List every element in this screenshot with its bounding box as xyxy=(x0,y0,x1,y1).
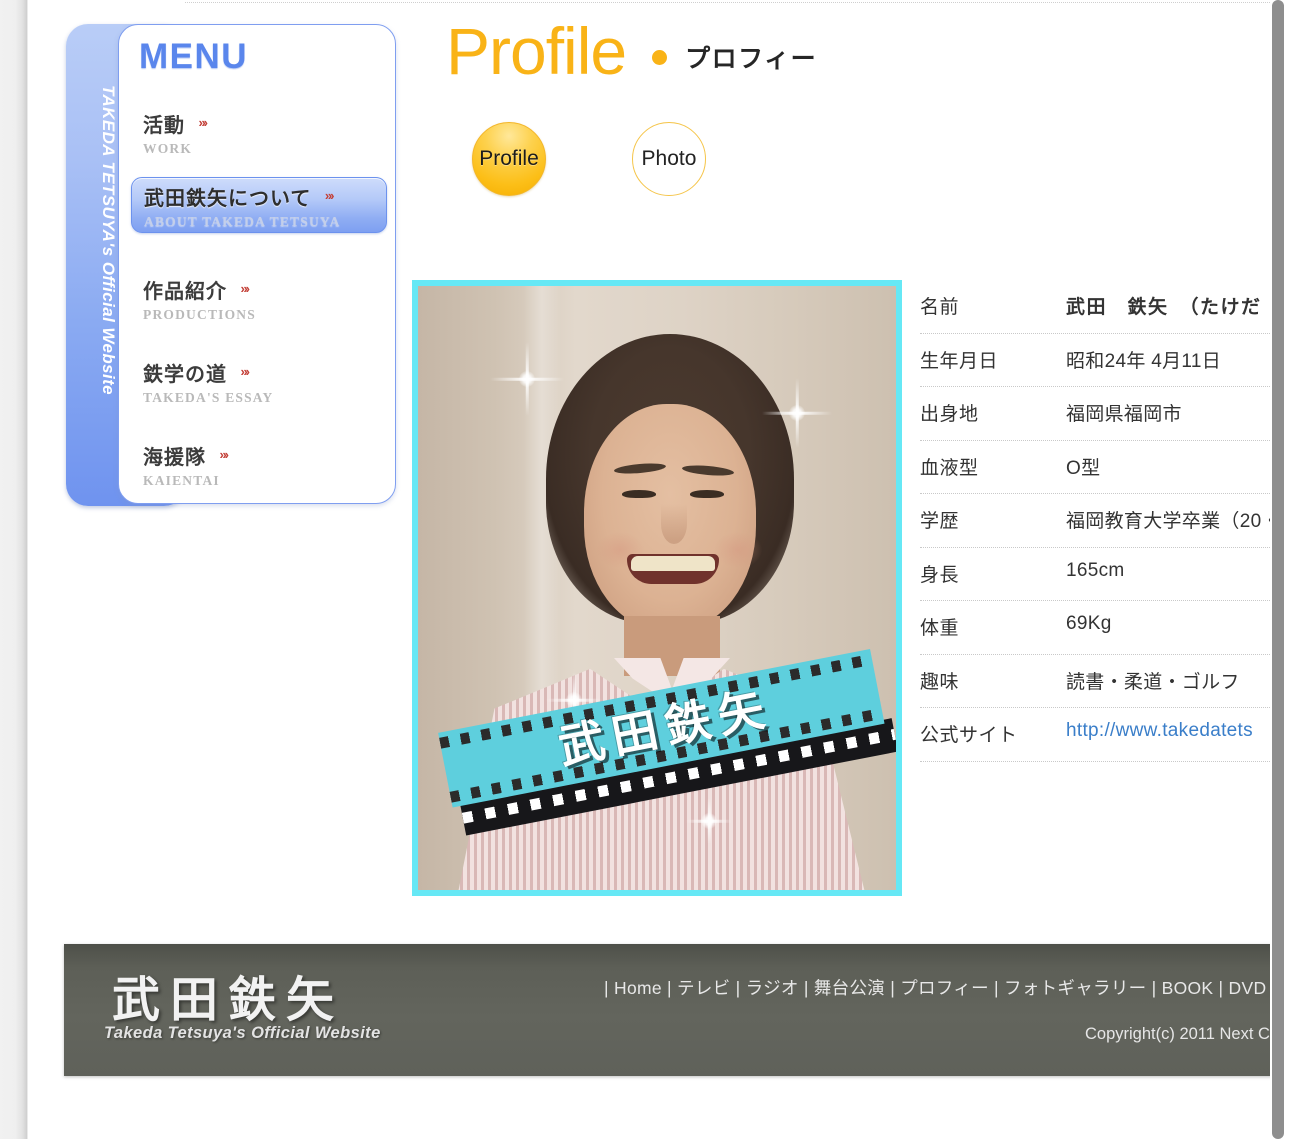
profile-value-education: 福岡教育大学卒業（20・ xyxy=(1066,511,1281,532)
photo-cheek-right xyxy=(714,532,762,568)
profile-label-bloodtype: 血液型 xyxy=(920,457,979,479)
table-row: 血液型 O型 xyxy=(920,441,1290,494)
profile-label-birthplace: 出身地 xyxy=(920,404,979,425)
profile-label-education: 学歴 xyxy=(920,511,960,532)
table-row: 名前 武田 鉄矢 （たけだ xyxy=(920,280,1290,334)
page-title: Profile プロフィー xyxy=(446,18,817,84)
photo-mouth xyxy=(627,554,719,584)
profile-value-website-link[interactable]: http://www.takedatets xyxy=(1066,708,1290,742)
table-row: 身長 165cm xyxy=(920,548,1290,601)
footer-copyright: Copyright(c) 2011 Next C xyxy=(1085,1025,1270,1043)
profile-value-height: 165cm xyxy=(1066,559,1125,581)
vertical-scrollbar[interactable] xyxy=(1270,0,1290,1139)
profile-label-weight: 体重 xyxy=(920,618,960,639)
profile-label-height: 身長 xyxy=(920,564,960,586)
profile-label-name: 名前 xyxy=(920,297,960,318)
table-row: 生年月日 昭和24年 4月11日 xyxy=(920,334,1290,387)
page-frame: TAKEDA TETSUYA's Official Website MENU 活… xyxy=(0,0,1290,1139)
footer-logo-en: Takeda Tetsuya's Official Website xyxy=(104,1024,381,1042)
profile-table: 名前 武田 鉄矢 （たけだ 生年月日 昭和24年 4月11日 出身地 福岡県福岡… xyxy=(920,280,1290,762)
footer-nav[interactable]: | Home | テレビ | ラジオ | 舞台公演 | プロフィー | フォトギ… xyxy=(604,975,1266,1000)
tab-photo[interactable]: Photo xyxy=(632,122,706,196)
page-title-ja: プロフィー xyxy=(685,45,818,73)
profile-value-birthplace: 福岡県福岡市 xyxy=(1066,404,1182,425)
photo-eye-left xyxy=(622,490,656,498)
bullet-dot-icon xyxy=(652,49,668,65)
section-tabs: Profile Photo xyxy=(472,122,706,196)
table-row: 趣味 読書・柔道・ゴルフ xyxy=(920,655,1290,708)
photo-eye-right xyxy=(690,490,724,498)
profile-photo: 武田鉄矢 xyxy=(412,280,902,896)
profile-value-weight: 69Kg xyxy=(1066,613,1112,634)
photo-nose xyxy=(661,504,687,544)
profile-value-birthdate: 昭和24年 4月11日 xyxy=(1066,350,1222,372)
profile-label-birthdate: 生年月日 xyxy=(920,350,999,372)
site-footer: 武田鉄矢 Takeda Tetsuya's Official Website xyxy=(64,944,1290,1076)
table-row: 公式サイト http://www.takedatets xyxy=(920,708,1290,762)
main-content: Profile プロフィー Profile Photo 武田鉄矢 名前 武田 鉄… xyxy=(0,0,1290,1139)
profile-value-hobby: 読書・柔道・ゴルフ xyxy=(1066,671,1240,693)
profile-value-bloodtype: O型 xyxy=(1066,457,1101,479)
photo-teeth xyxy=(631,556,715,571)
table-row: 学歴 福岡教育大学卒業（20・ xyxy=(920,494,1290,548)
profile-label-hobby: 趣味 xyxy=(920,671,960,693)
table-row: 出身地 福岡県福岡市 xyxy=(920,387,1290,441)
profile-value-name: 武田 鉄矢 （たけだ xyxy=(1066,297,1262,318)
profile-label-website: 公式サイト xyxy=(920,725,1018,746)
table-row: 体重 69Kg xyxy=(920,601,1290,655)
tab-profile[interactable]: Profile xyxy=(472,122,546,196)
footer-logo-ja: 武田鉄矢 xyxy=(112,972,345,1028)
scrollbar-thumb[interactable] xyxy=(1272,0,1284,1139)
page-title-en: Profile xyxy=(446,14,627,88)
